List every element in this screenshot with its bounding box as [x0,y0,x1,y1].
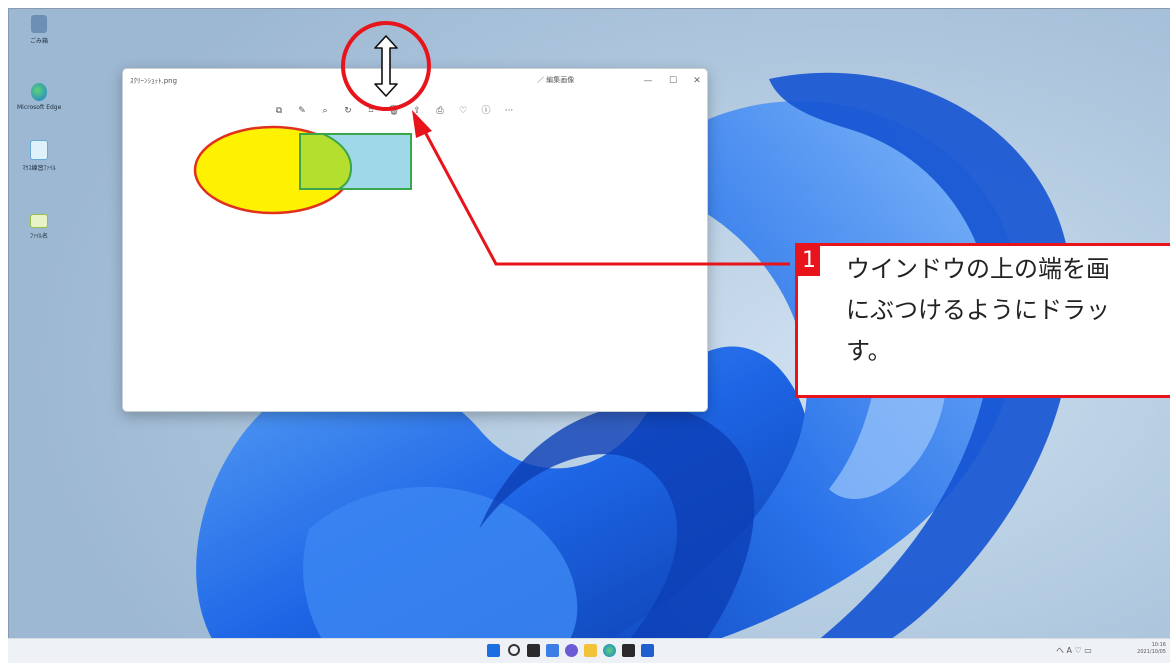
recycle-bin-icon [31,15,47,33]
desktop-icon-label: ﾏｳｽ練習ﾌｧｲﾙ [22,165,56,172]
copy-icon[interactable]: ⧉ [270,102,288,120]
zoom-icon[interactable]: ⌕ [316,102,334,120]
file-explorer-icon[interactable] [584,644,597,657]
desktop-icon-label: ごみ箱 [29,38,48,45]
system-tray[interactable]: へ A ♡ ▭ [1056,645,1092,656]
info-icon[interactable]: ⓘ [477,102,495,120]
image-canvas [193,125,412,215]
favorite-icon[interactable]: ♡ [454,102,472,120]
maximize-button[interactable]: ☐ [664,73,682,89]
desktop-icon-image-file[interactable]: ﾌｧｲﾙ名 [17,214,61,240]
start-icon[interactable] [487,644,500,657]
taskbar: へ A ♡ ▭ 10:16 2021/10/05 [8,638,1170,663]
desktop-icon-mouse-file[interactable]: ﾏｳｽ練習ﾌｧｲﾙ [17,140,61,172]
window-title: ｽｸﾘｰﾝｼｮｯﾄ.png [130,77,178,85]
task-view-icon[interactable] [527,644,540,657]
photos-icon[interactable] [641,644,654,657]
desktop: ごみ箱 Microsoft Edge ﾏｳｽ練習ﾌｧｲﾙ ﾌｧｲﾙ名 ｽｸﾘｰﾝ… [8,8,1170,663]
share-icon[interactable]: ⇪ [408,102,426,120]
edge-icon [31,83,47,101]
clock[interactable]: 10:16 2021/10/05 [1130,642,1166,656]
mouse-file-icon [30,140,48,160]
desktop-icon-recycle-bin[interactable]: ごみ箱 [17,15,61,45]
desktop-icon-edge[interactable]: Microsoft Edge [17,83,61,111]
widgets-icon[interactable] [546,644,559,657]
photo-toolbar: ⧉ ✎ ⌕ ↻ ⌗ 🗑 ⇪ ⎙ ♡ ⓘ ··· [262,100,572,122]
desktop-icon-label: ﾌｧｲﾙ名 [29,233,48,240]
search-icon[interactable] [508,644,520,656]
clock-date: 2021/10/05 [1137,649,1166,655]
instruction-text: ウインドウの上の端を画 にぶつけるようにドラッ す。 [846,255,1110,365]
edit-image-button[interactable]: ／ 編集画像 [537,75,574,85]
store-icon[interactable] [622,644,635,657]
more-button[interactable]: ··· [500,102,518,120]
instruction-callout: 1 ウインドウの上の端を画 にぶつけるようにドラッ す。 [795,243,1170,398]
photos-app-window[interactable]: ｽｸﾘｰﾝｼｮｯﾄ.png ／ 編集画像 — ☐ ✕ ⧉ ✎ ⌕ ↻ ⌗ 🗑 ⇪… [122,68,708,412]
desktop-icon-label: Microsoft Edge [17,104,62,111]
clock-time: 10:16 [1151,642,1166,648]
edge-taskbar-icon[interactable] [603,644,616,657]
crop-icon[interactable]: ⌗ [362,102,380,120]
rotate-icon[interactable]: ↻ [339,102,357,120]
close-button[interactable]: ✕ [688,73,706,89]
step-number-badge: 1 [798,246,820,276]
minimize-button[interactable]: — [639,73,657,89]
window-titlebar[interactable]: ｽｸﾘｰﾝｼｮｯﾄ.png ／ 編集画像 — ☐ ✕ [123,69,707,95]
delete-icon[interactable]: 🗑 [385,102,403,120]
image-file-icon [30,214,48,228]
print-icon[interactable]: ⎙ [431,102,449,120]
edit-icon[interactable]: ✎ [293,102,311,120]
chat-icon[interactable] [565,644,578,657]
